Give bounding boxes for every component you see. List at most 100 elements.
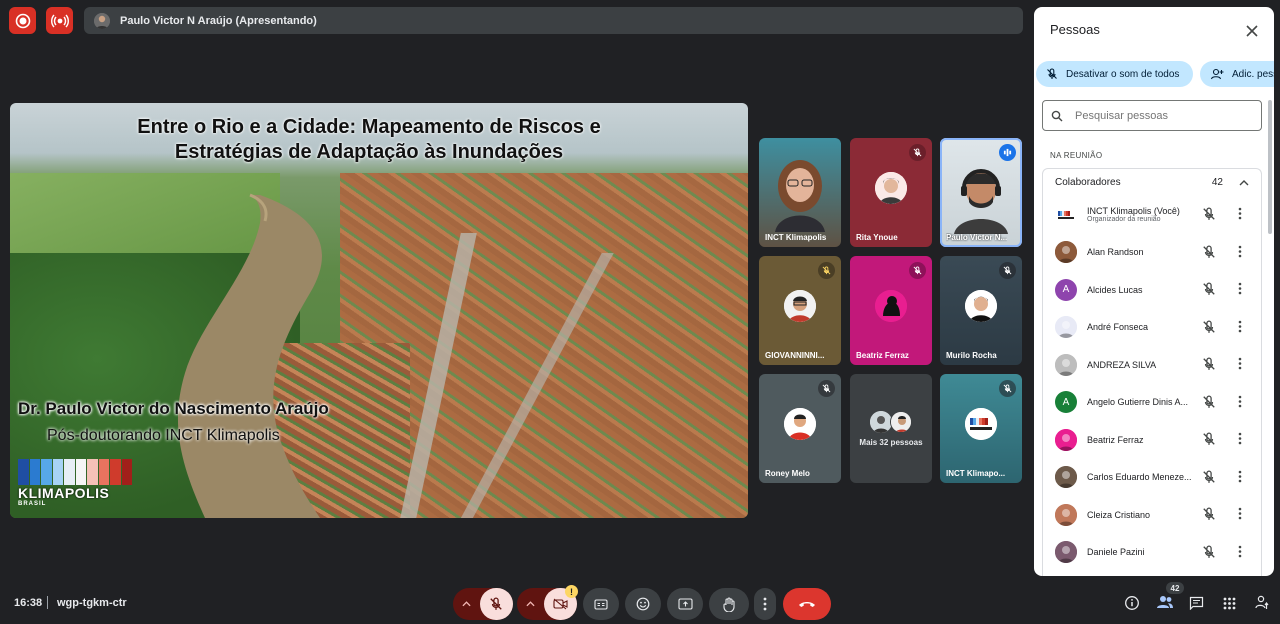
present-screen-button[interactable] xyxy=(667,588,703,620)
participant-tile[interactable]: INCT Klimapolis xyxy=(759,138,841,247)
tile-name: INCT Klimapolis xyxy=(765,233,827,242)
more-vert-icon[interactable] xyxy=(1238,357,1242,375)
participant-row[interactable]: A Angelo Gutierre Dinis A... xyxy=(1043,384,1261,422)
mute-all-button[interactable]: Desativar o som de todos xyxy=(1036,61,1193,87)
chevron-up-icon[interactable] xyxy=(1239,179,1249,186)
participant-video xyxy=(775,160,825,232)
participant-row[interactable]: A Alcides Lucas xyxy=(1043,271,1261,309)
live-stream-button[interactable] xyxy=(46,7,73,34)
record-icon xyxy=(15,13,30,28)
participant-tile[interactable]: Beatriz Ferraz xyxy=(850,256,932,365)
collaborators-group-header[interactable]: Colaboradores 42 xyxy=(1042,168,1262,196)
more-vert-icon[interactable] xyxy=(1238,507,1242,525)
participant-avatar: A xyxy=(1055,391,1077,414)
search-input[interactable] xyxy=(1075,109,1245,122)
participant-row[interactable]: Carlos Eduardo Meneze... xyxy=(1043,459,1261,497)
mic-off-icon[interactable] xyxy=(1202,395,1216,414)
warning-badge: ! xyxy=(565,585,578,598)
participant-row[interactable]: ANDREZA SILVA xyxy=(1043,346,1261,384)
chat-icon xyxy=(1189,596,1204,611)
participant-avatar xyxy=(1055,241,1077,264)
more-vert-icon[interactable] xyxy=(1238,545,1242,563)
panel-title: Pessoas xyxy=(1050,22,1100,37)
participant-row[interactable]: INCT Klimapolis (Você) Organizador da reu… xyxy=(1043,196,1261,234)
mute-all-label: Desativar o som de todos xyxy=(1066,68,1180,80)
more-vert-icon[interactable] xyxy=(1238,282,1242,300)
mic-off-icon[interactable] xyxy=(1202,207,1216,226)
mic-off-icon xyxy=(909,144,926,161)
participant-tile[interactable]: Roney Melo xyxy=(759,374,841,483)
call-end-icon xyxy=(799,602,815,607)
participant-text: Daniele Pazini xyxy=(1087,547,1195,557)
participant-role: Organizador da reunião xyxy=(1087,216,1161,224)
people-button[interactable] xyxy=(1156,595,1174,614)
more-options-button[interactable] xyxy=(754,588,776,620)
close-panel-button[interactable] xyxy=(1240,19,1264,43)
mic-off-icon[interactable] xyxy=(1202,320,1216,339)
more-vert-icon[interactable] xyxy=(1238,320,1242,338)
participant-row[interactable]: Beatriz Ferraz xyxy=(1043,421,1261,459)
mic-off-icon[interactable] xyxy=(1202,470,1216,489)
more-vert-icon[interactable] xyxy=(1238,207,1242,225)
meeting-details-button[interactable] xyxy=(1124,595,1140,616)
host-controls-button[interactable] xyxy=(1255,595,1270,616)
slide-role: Pós-doutorando INCT Klimapolis xyxy=(47,427,280,444)
participant-row[interactable]: Alan Randson xyxy=(1043,234,1261,272)
raise-hand-button[interactable] xyxy=(709,588,749,620)
participant-tile[interactable]: Murilo Rocha xyxy=(940,256,1022,365)
participant-avatar xyxy=(1055,428,1077,451)
activities-button[interactable] xyxy=(1223,597,1236,615)
microphone-toggle-button[interactable] xyxy=(479,588,513,620)
participant-tile[interactable]: Rita Ynoue xyxy=(850,138,932,247)
participant-name: André Fonseca xyxy=(1087,322,1149,333)
mic-off-icon[interactable] xyxy=(1202,507,1216,526)
participant-row[interactable]: Daniele Pazini xyxy=(1043,534,1261,572)
mic-off-icon[interactable] xyxy=(1202,357,1216,376)
people-panel: Pessoas Desativar o som de todos Adic. p… xyxy=(1034,7,1274,576)
klimapolis-logo: KLIMAPOLIS BRASIL xyxy=(18,459,132,511)
mic-off-icon[interactable] xyxy=(1202,432,1216,451)
participant-text: Cleiza Cristiano xyxy=(1087,510,1195,520)
reactions-button[interactable] xyxy=(625,588,661,620)
chat-button[interactable] xyxy=(1189,596,1204,615)
audio-options-button[interactable] xyxy=(454,601,480,607)
recording-button[interactable] xyxy=(9,7,36,34)
participant-avatar xyxy=(1055,503,1077,526)
avatar-initial: A xyxy=(1062,284,1070,296)
captions-button[interactable] xyxy=(583,588,619,620)
mic-off-icon[interactable] xyxy=(1202,545,1216,564)
tile-name: Paulo Victor N... xyxy=(946,233,1008,242)
participant-tile-active-speaker[interactable]: Paulo Victor N... xyxy=(940,138,1022,247)
leave-call-button[interactable] xyxy=(783,588,831,620)
participant-text: ANDREZA SILVA xyxy=(1087,360,1195,370)
slide-author: Dr. Paulo Victor do Nascimento Araújo xyxy=(18,399,329,418)
tile-name: Rita Ynoue xyxy=(856,233,898,242)
mic-off-icon[interactable] xyxy=(1202,245,1216,264)
participant-avatar xyxy=(875,172,907,205)
mic-off-icon[interactable] xyxy=(1202,282,1216,301)
panel-scrollbar[interactable] xyxy=(1268,100,1272,234)
mic-off-icon xyxy=(999,262,1016,279)
mic-off-icon xyxy=(490,597,502,610)
participant-row[interactable]: André Fonseca xyxy=(1043,309,1261,347)
host-controls-icon xyxy=(1255,595,1269,609)
more-participants-tile[interactable]: Mais 32 pessoas xyxy=(850,374,932,483)
participant-name: Angelo Gutierre Dinis A... xyxy=(1087,397,1189,408)
add-people-button[interactable]: Adic. pess xyxy=(1200,61,1274,87)
emoji-icon xyxy=(636,597,650,611)
more-vert-icon[interactable] xyxy=(1238,395,1242,413)
participant-tile[interactable]: INCT Klimapo... xyxy=(940,374,1022,483)
mic-off-icon xyxy=(818,262,835,279)
more-vert-icon[interactable] xyxy=(1238,432,1242,450)
present-icon xyxy=(677,598,693,610)
participant-avatar xyxy=(1055,541,1077,564)
participant-tile[interactable]: GIOVANNINNI... xyxy=(759,256,841,365)
more-vert-icon[interactable] xyxy=(1238,245,1242,263)
video-options-button[interactable] xyxy=(518,601,544,607)
search-people-field[interactable] xyxy=(1042,100,1262,131)
participant-row[interactable]: Cleiza Cristiano xyxy=(1043,496,1261,534)
participant-text: Beatriz Ferraz xyxy=(1087,435,1195,445)
tile-name: GIOVANNINNI... xyxy=(765,351,825,360)
participant-name: ANDREZA SILVA xyxy=(1087,359,1157,370)
more-vert-icon[interactable] xyxy=(1238,470,1242,488)
